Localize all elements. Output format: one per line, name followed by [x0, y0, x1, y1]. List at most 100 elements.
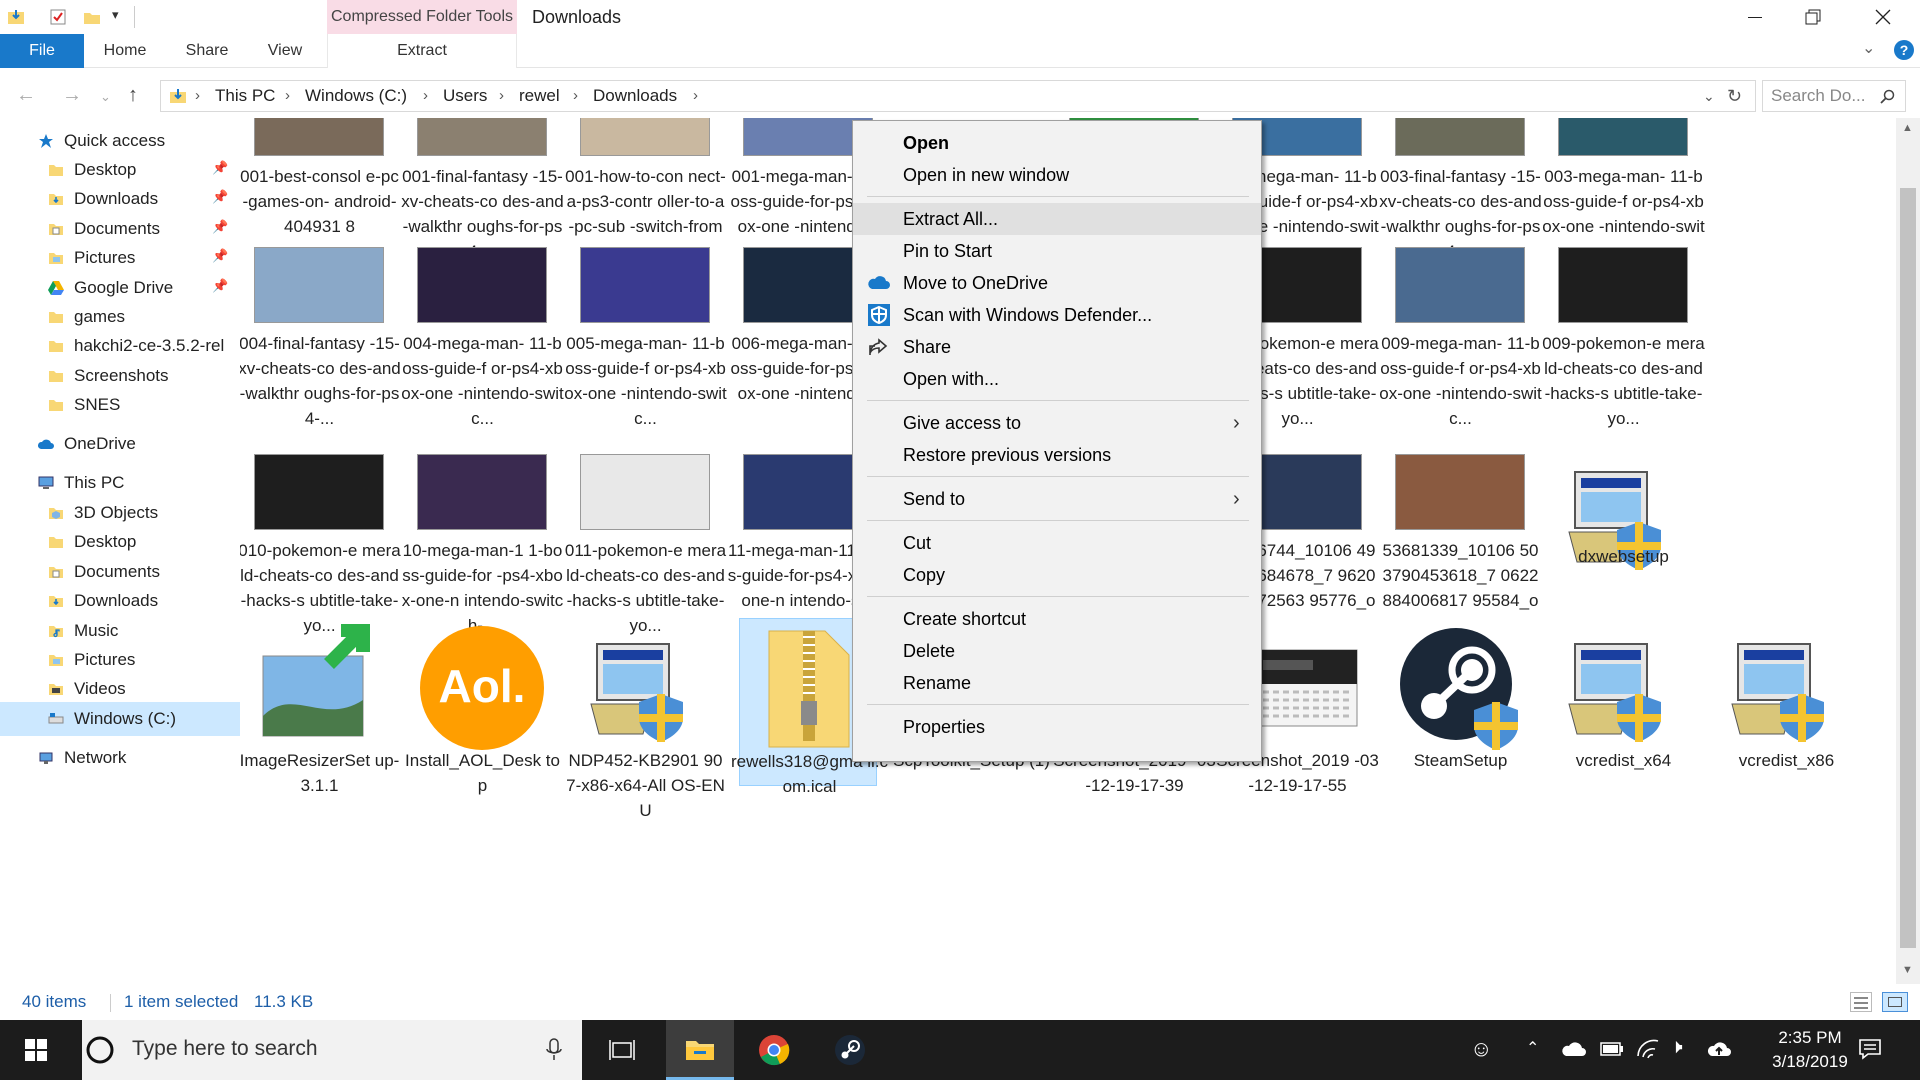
- nav-item-this-pc[interactable]: This PC: [0, 466, 240, 500]
- menu-item-open-in-new-window[interactable]: Open in new window: [853, 159, 1261, 191]
- upload-cloud-icon[interactable]: [1706, 1038, 1732, 1060]
- crumb-downloads[interactable]: Downloads: [593, 81, 677, 111]
- nav-item-downloads[interactable]: Downloads 📌: [0, 182, 240, 216]
- properties-icon[interactable]: [48, 7, 68, 27]
- menu-item-properties[interactable]: Properties: [853, 711, 1261, 743]
- taskbar-chrome[interactable]: [742, 1020, 806, 1080]
- help-icon[interactable]: ?: [1894, 40, 1914, 60]
- menu-item-share[interactable]: Share: [853, 331, 1261, 363]
- show-hidden-icons-icon[interactable]: ⌃: [1526, 1038, 1539, 1058]
- onedrive-tray-icon[interactable]: [1560, 1040, 1586, 1058]
- up-arrow-icon[interactable]: ↑: [128, 84, 138, 107]
- back-arrow-icon[interactable]: ←: [16, 84, 36, 107]
- menu-item-label: Delete: [903, 641, 956, 661]
- address-bar[interactable]: › This PC › Windows (C:) › Users › rewel…: [160, 80, 1756, 112]
- task-view-button[interactable]: [590, 1020, 654, 1080]
- wifi-icon[interactable]: [1636, 1038, 1660, 1060]
- nav-item-network[interactable]: Network: [0, 741, 240, 775]
- file-tile[interactable]: vcredist_x86: [1717, 618, 1855, 878]
- crumb-separator-icon[interactable]: ›: [499, 81, 504, 111]
- crumb-separator-icon[interactable]: ›: [573, 81, 578, 111]
- tab-home[interactable]: Home: [94, 34, 156, 68]
- installer-icon: [1722, 624, 1850, 752]
- volume-muted-icon[interactable]: 🕨: [1670, 1036, 1683, 1059]
- scroll-up-arrow-icon[interactable]: ▲: [1902, 122, 1913, 134]
- crumb-users[interactable]: Users: [443, 81, 487, 111]
- taskbar-clock[interactable]: 2:35 PM 3/18/2019: [1750, 1026, 1870, 1074]
- taskbar: Type here to search ☺ ⌃ 🕨 2:35 PM 3/18/2…: [0, 1020, 1920, 1080]
- vertical-scrollbar[interactable]: ▲ ▼: [1896, 118, 1920, 984]
- forward-arrow-icon[interactable]: →: [62, 84, 82, 107]
- crumb-separator-icon[interactable]: ›: [693, 81, 698, 111]
- people-icon[interactable]: ☺: [1470, 1036, 1492, 1062]
- cloud-icon: [37, 436, 54, 452]
- tab-view[interactable]: View: [256, 34, 314, 68]
- new-folder-icon[interactable]: [82, 7, 102, 27]
- cortana-icon: [86, 1036, 114, 1064]
- documents-icon: [48, 564, 64, 580]
- file-tile[interactable]: SteamSetup: [1391, 618, 1529, 878]
- details-view-icon[interactable]: [1850, 992, 1872, 1012]
- menu-item-create-shortcut[interactable]: Create shortcut: [853, 603, 1261, 635]
- crumb-rewel[interactable]: rewel: [519, 81, 560, 111]
- customize-qat-icon[interactable]: ▾: [112, 7, 119, 23]
- close-button[interactable]: [1842, 0, 1920, 34]
- nav-item-hakchi2-ce-3-5-2-rel[interactable]: hakchi2-ce-3.5.2-rel: [0, 329, 240, 363]
- menu-item-delete[interactable]: Delete: [853, 635, 1261, 667]
- nav-item-videos[interactable]: Videos: [0, 672, 240, 706]
- microphone-icon[interactable]: [546, 1038, 562, 1062]
- taskbar-search-box[interactable]: Type here to search: [82, 1020, 582, 1080]
- crumb-this-pc[interactable]: This PC: [215, 81, 275, 111]
- nav-item-onedrive[interactable]: OneDrive: [0, 427, 240, 461]
- onedrive-icon: [867, 271, 891, 295]
- menu-item-open-with[interactable]: Open with...: [853, 363, 1261, 395]
- search-icon[interactable]: [1880, 89, 1896, 105]
- menu-item-open[interactable]: Open: [853, 127, 1261, 159]
- address-dropdown-icon[interactable]: ⌄: [1703, 81, 1715, 111]
- action-center-icon[interactable]: [1858, 1038, 1882, 1060]
- nav-item-pictures[interactable]: Pictures 📌: [0, 241, 240, 275]
- crumb-windows-c[interactable]: Windows (C:): [305, 81, 407, 111]
- quick-access-folder-icon[interactable]: [6, 7, 26, 27]
- nav-item-windows-c[interactable]: Windows (C:): [0, 702, 240, 736]
- start-button[interactable]: [4, 1020, 68, 1080]
- expand-ribbon-icon[interactable]: ⌄: [1862, 38, 1875, 58]
- file-tile[interactable]: ImageResizerSet up-3.1.1: [240, 618, 399, 878]
- scrollbar-thumb[interactable]: [1900, 188, 1916, 948]
- taskbar-file-explorer[interactable]: [666, 1020, 734, 1080]
- menu-item-restore-previous-versions[interactable]: Restore previous versions: [853, 439, 1261, 471]
- menu-item-rename[interactable]: Rename: [853, 667, 1261, 699]
- menu-item-pin-to-start[interactable]: Pin to Start: [853, 235, 1261, 267]
- menu-item-give-access-to[interactable]: Give access to ›: [853, 407, 1261, 439]
- scroll-down-arrow-icon[interactable]: ▼: [1902, 964, 1913, 976]
- share-icon: [867, 335, 891, 359]
- compressed-folder-tools-tab[interactable]: Compressed Folder Tools: [327, 0, 517, 34]
- nav-item-snes[interactable]: SNES: [0, 388, 240, 422]
- nav-item-desktop[interactable]: Desktop: [0, 525, 240, 559]
- tab-share[interactable]: Share: [176, 34, 238, 68]
- file-tile[interactable]: vcredist_x64: [1554, 618, 1692, 878]
- chevron-right-icon: ›: [1233, 488, 1240, 510]
- tab-file[interactable]: File: [0, 34, 84, 68]
- refresh-icon[interactable]: ↻: [1727, 81, 1742, 111]
- crumb-separator-icon[interactable]: ›: [195, 81, 200, 111]
- menu-item-cut[interactable]: Cut: [853, 527, 1261, 559]
- crumb-separator-icon[interactable]: ›: [423, 81, 428, 111]
- drive-icon: [48, 711, 64, 727]
- file-tile[interactable]: Aol. Install_AOL_Desk top: [405, 618, 560, 878]
- tab-extract[interactable]: Extract: [327, 34, 517, 68]
- recent-locations-icon[interactable]: ⌄: [100, 89, 111, 105]
- menu-item-scan-with-windows-defender[interactable]: Scan with Windows Defender...: [853, 299, 1261, 331]
- battery-icon[interactable]: [1600, 1041, 1624, 1057]
- large-icons-view-icon[interactable]: [1882, 992, 1908, 1012]
- crumb-separator-icon[interactable]: ›: [285, 81, 290, 111]
- menu-item-send-to[interactable]: Send to ›: [853, 483, 1261, 515]
- file-tile[interactable]: NDP452-KB2901 907-x86-x64-All OS-ENU: [566, 618, 725, 878]
- task-view-icon: [609, 1040, 635, 1060]
- menu-item-move-to-onedrive[interactable]: Move to OneDrive: [853, 267, 1261, 299]
- taskbar-steam[interactable]: [818, 1020, 882, 1080]
- nav-item-downloads[interactable]: Downloads: [0, 584, 240, 618]
- menu-item-copy[interactable]: Copy: [853, 559, 1261, 591]
- menu-item-label: Cut: [903, 533, 932, 553]
- menu-item-extract-all[interactable]: Extract All...: [853, 203, 1261, 235]
